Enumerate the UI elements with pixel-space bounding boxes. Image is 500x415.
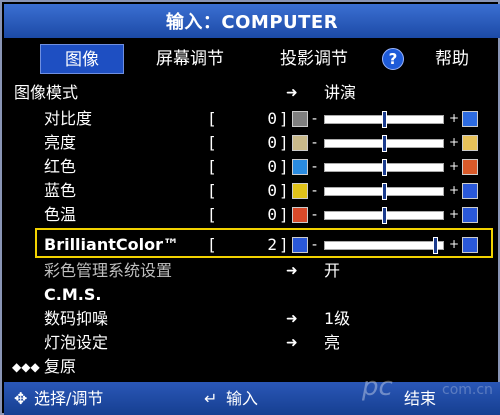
brightness-high-icon: [462, 135, 478, 151]
bracket-left: [: [207, 133, 217, 152]
image-mode-value: 讲演: [324, 83, 357, 102]
slider-row-2[interactable]: 红色 [ 0 ] - +: [2, 154, 500, 180]
noise-reduction-label: 数码抑噪: [44, 309, 109, 328]
slider-value: 0: [267, 205, 277, 224]
reset-label: 复原: [44, 357, 77, 376]
plus-icon: +: [449, 183, 460, 197]
dpad-icon: ✥: [14, 389, 28, 408]
watermark-logo: pc: [362, 372, 393, 402]
slider-track[interactable]: [324, 111, 444, 128]
image-mode-label: 图像模式: [14, 83, 79, 102]
minus-icon: -: [312, 111, 318, 127]
bracket-left: [: [207, 109, 217, 128]
slider-row-1[interactable]: 亮度 [ 0 ] - +: [2, 130, 500, 156]
reset-row[interactable]: ◆◆◆ 复原: [2, 354, 500, 380]
plus-icon: +: [449, 135, 460, 149]
cool-temp-icon: [462, 207, 478, 223]
bracket-right: ]: [279, 181, 289, 200]
footer-select: 选择/调节: [34, 389, 104, 408]
cms-row[interactable]: C.M.S.: [2, 282, 500, 308]
tab-image[interactable]: 图像: [40, 44, 124, 74]
tab-bar: 图像 屏幕调节 投影调节 ? 帮助: [4, 44, 500, 76]
image-mode-row[interactable]: 图像模式 ➜ 讲演: [2, 80, 500, 106]
arrow-right-icon: ➜: [286, 263, 298, 279]
slider-thumb[interactable]: [382, 135, 387, 152]
slider-value: 0: [267, 181, 277, 200]
contrast-high-icon: [462, 111, 478, 127]
contrast-icon: [292, 111, 308, 127]
selection-highlight: [35, 228, 493, 258]
minus-icon: -: [312, 207, 318, 223]
slider-label: 对比度: [44, 109, 93, 128]
slider-track[interactable]: [324, 207, 444, 224]
help-icon[interactable]: ?: [382, 48, 404, 70]
minus-icon: -: [312, 159, 318, 175]
tab-projection[interactable]: 投影调节: [262, 44, 366, 74]
slider-thumb[interactable]: [382, 159, 387, 176]
enter-icon: ↵: [204, 389, 218, 408]
lamp-setting-row[interactable]: 灯泡设定 ➜ 亮: [2, 330, 500, 356]
slider-thumb[interactable]: [382, 111, 387, 128]
warm-temp-icon: [292, 207, 308, 223]
bracket-left: [: [207, 205, 217, 224]
slider-value: 0: [267, 109, 277, 128]
slider-thumb[interactable]: [382, 207, 387, 224]
red-low-icon: [292, 159, 308, 175]
bracket-right: ]: [279, 205, 289, 224]
slider-row-3[interactable]: 蓝色 [ 0 ] - +: [2, 178, 500, 204]
footer-exit: 结束: [404, 389, 437, 408]
plus-icon: +: [449, 207, 460, 221]
osd-menu: 输入：COMPUTER 图像 屏幕调节 投影调节 ? 帮助 图像模式 ➜ 讲演 …: [0, 0, 500, 415]
bracket-right: ]: [279, 109, 289, 128]
plus-icon: +: [449, 159, 460, 173]
arrow-right-icon: ➜: [286, 85, 298, 101]
minus-icon: -: [312, 183, 318, 199]
bracket-left: [: [207, 157, 217, 176]
color-management-label: 彩色管理系统设置: [44, 261, 173, 280]
slider-label: 亮度: [44, 133, 77, 152]
reset-icon: ◆◆◆: [12, 360, 40, 374]
arrow-right-icon: ➜: [286, 335, 298, 351]
lamp-setting-label: 灯泡设定: [44, 333, 109, 352]
window-title: 输入：COMPUTER: [4, 4, 500, 38]
tab-screen[interactable]: 屏幕调节: [138, 44, 242, 74]
bracket-right: ]: [279, 157, 289, 176]
slider-label: 蓝色: [44, 181, 77, 200]
watermark-logo-domain: com.cn: [442, 382, 493, 398]
tab-help[interactable]: 帮助: [414, 44, 490, 74]
blue-low-icon: [292, 183, 308, 199]
brightness-low-icon: [292, 135, 308, 151]
noise-reduction-value: 1级: [324, 309, 351, 328]
slider-label: 红色: [44, 157, 77, 176]
footer-bar: ✥ 选择/调节 ↵ 输入 结束: [4, 382, 500, 415]
slider-row-0[interactable]: 对比度 [ 0 ] - +: [2, 106, 500, 132]
slider-row-4[interactable]: 色温 [ 0 ] - +: [2, 202, 500, 228]
minus-icon: -: [312, 135, 318, 151]
slider-value: 0: [267, 157, 277, 176]
bracket-left: [: [207, 181, 217, 200]
arrow-right-icon: ➜: [286, 311, 298, 327]
red-high-icon: [462, 159, 478, 175]
noise-reduction-row[interactable]: 数码抑噪 ➜ 1级: [2, 306, 500, 332]
color-management-value: 开: [324, 261, 341, 280]
slider-track[interactable]: [324, 159, 444, 176]
blue-high-icon: [462, 183, 478, 199]
plus-icon: +: [449, 111, 460, 125]
slider-thumb[interactable]: [382, 183, 387, 200]
lamp-setting-value: 亮: [324, 333, 341, 352]
slider-value: 0: [267, 133, 277, 152]
slider-label: 色温: [44, 205, 77, 224]
bracket-right: ]: [279, 133, 289, 152]
slider-track[interactable]: [324, 135, 444, 152]
footer-enter: 输入: [226, 389, 259, 408]
color-management-row[interactable]: 彩色管理系统设置 ➜ 开: [2, 258, 500, 284]
slider-track[interactable]: [324, 183, 444, 200]
cms-label: C.M.S.: [44, 285, 102, 304]
